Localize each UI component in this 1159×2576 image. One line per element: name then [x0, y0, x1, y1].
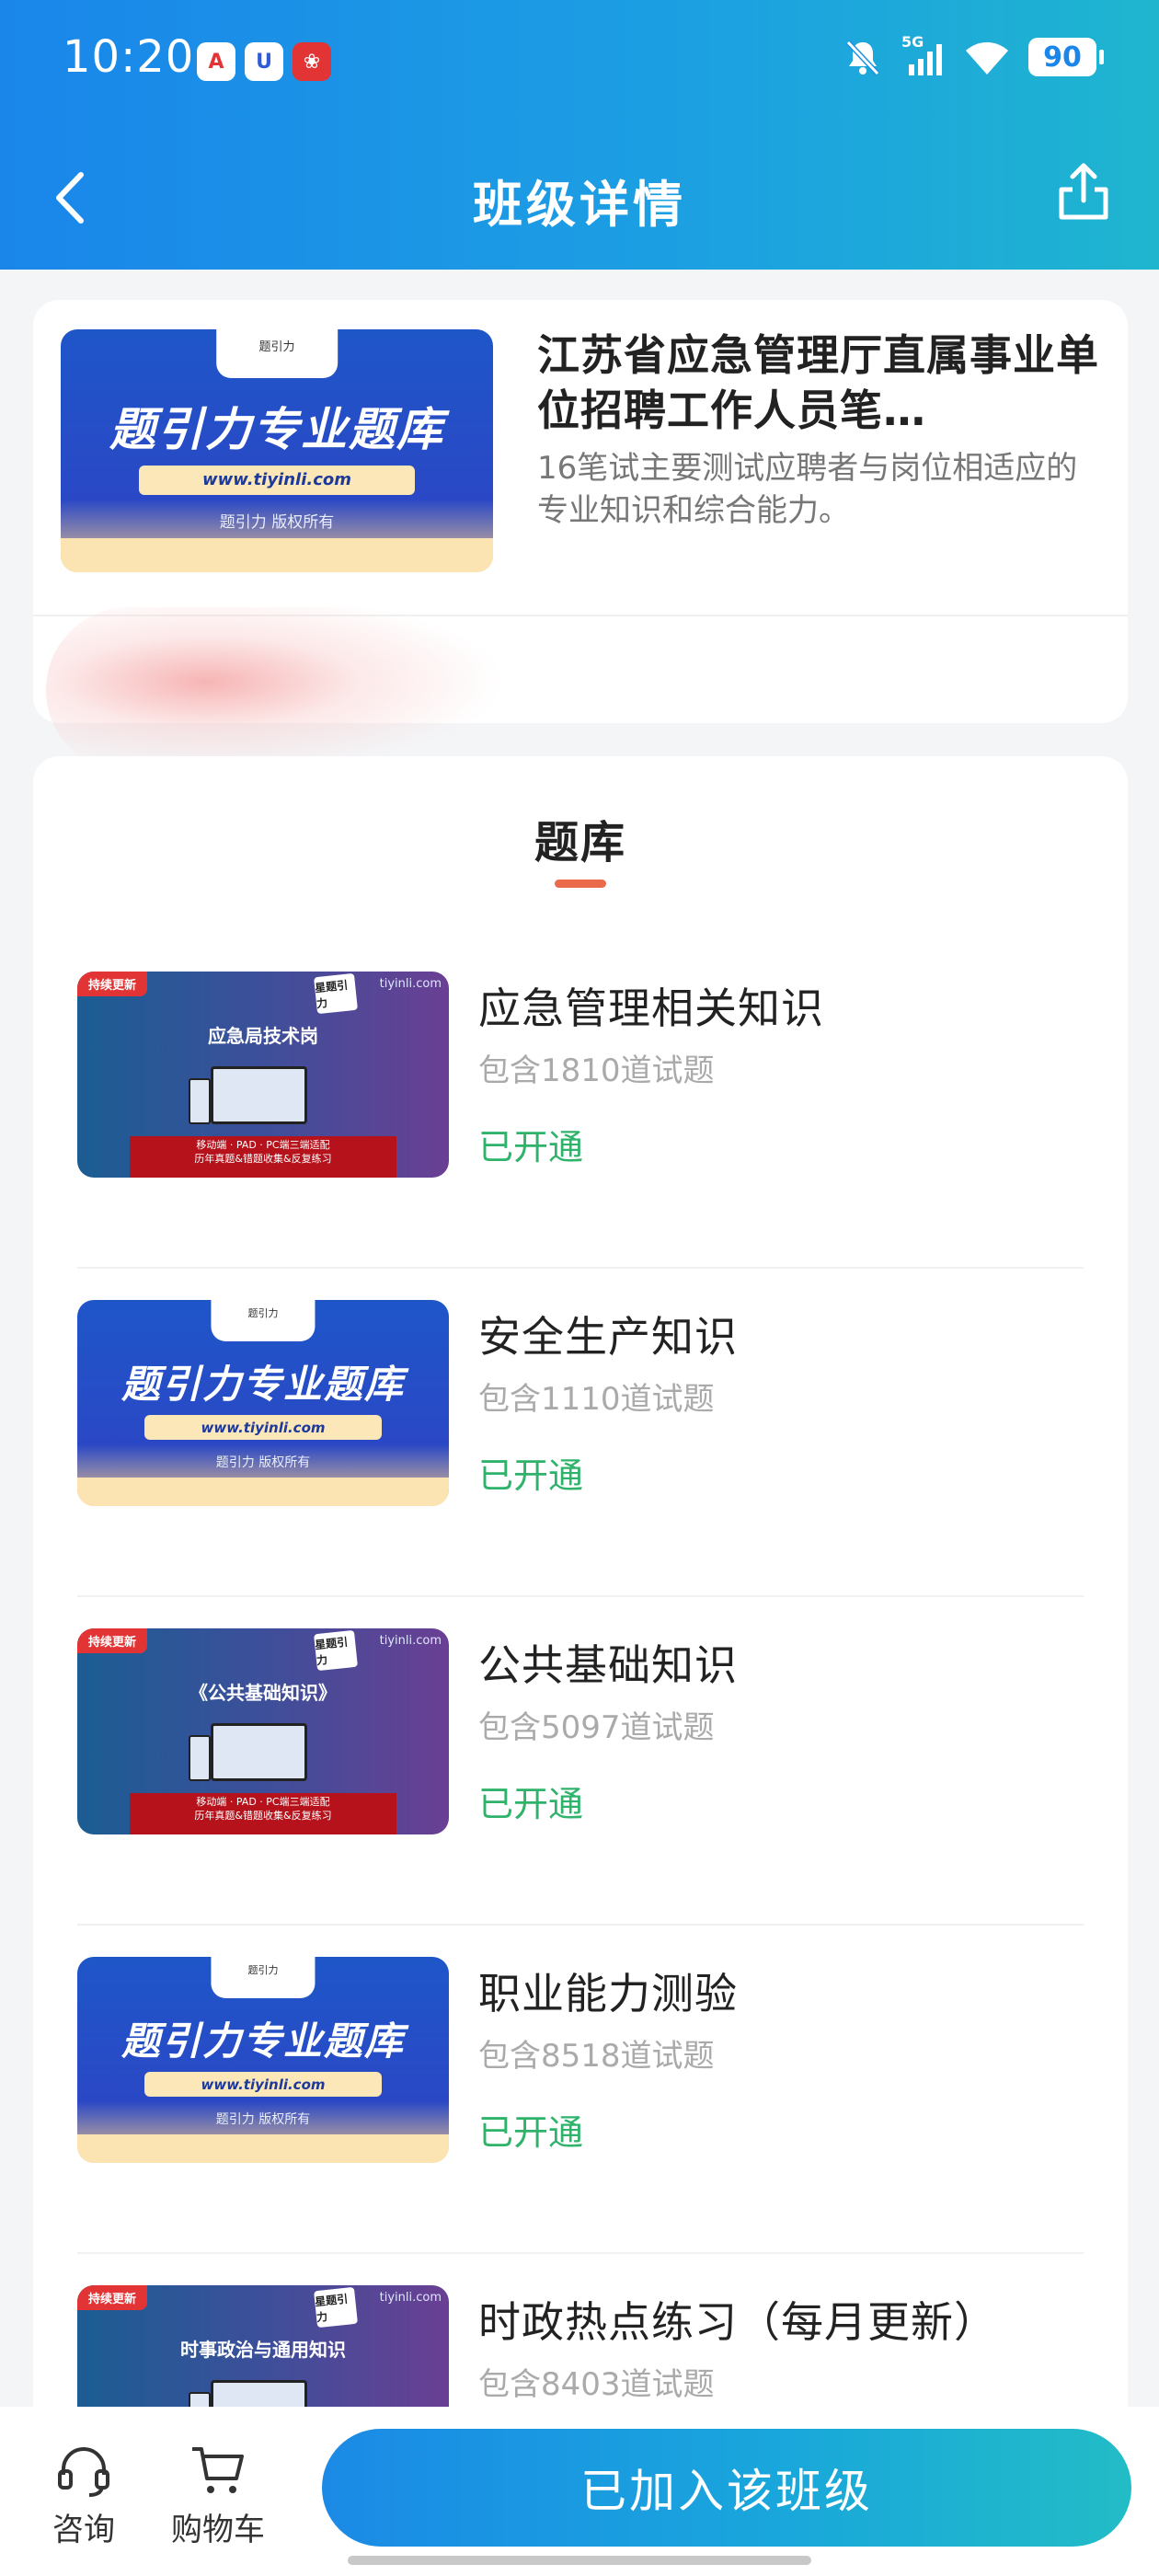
- cover-tab: 题引力: [216, 329, 338, 378]
- app-icon-red: ❀: [293, 42, 331, 81]
- home-indicator: [348, 2556, 811, 2565]
- cover-site: tiyinli.com: [379, 1634, 442, 1648]
- cover-base: [61, 538, 493, 572]
- cover-logo: 星题引力: [313, 973, 358, 1015]
- cover-badge: 持续更新: [77, 1628, 148, 1653]
- bank-title: 时政热点练习（每月更新）: [478, 2297, 997, 2347]
- cover-url: www.tiyinli.com: [143, 2072, 383, 2098]
- laptop-illustration: [211, 1066, 308, 1124]
- status-bar: 10:20 A U ❀ 5G 90: [0, 0, 1159, 129]
- cover-copyright: 题引力 版权所有: [215, 2111, 311, 2127]
- cover-copyright: 题引力 版权所有: [219, 513, 335, 533]
- section-title: 题库: [534, 817, 626, 868]
- bank-title: 应急管理相关知识: [478, 983, 824, 1033]
- cover-feature-line: 移动端 · PAD · PC端三端适配: [196, 1139, 330, 1152]
- share-button[interactable]: [1056, 158, 1111, 223]
- cover-headline: 题引力专业题库: [120, 2018, 405, 2064]
- class-title: 江苏省应急管理厅直属事业单位招聘工作人员笔…: [537, 330, 1099, 435]
- cart-label: 购物车: [171, 2512, 265, 2548]
- cover-feature-line: 移动端 · PAD · PC端三端适配: [196, 1796, 330, 1809]
- headset-icon: [58, 2447, 109, 2497]
- bank-status: 已开通: [478, 1127, 584, 1167]
- cover-url: www.tiyinli.com: [143, 1415, 383, 1441]
- bank-question-count: 包含5097道试题: [478, 1709, 715, 1746]
- bottom-bar: 咨询 购物车 已加入该班级: [0, 2407, 1159, 2576]
- page-title: 班级详情: [473, 176, 686, 234]
- consult-button[interactable]: 咨询: [33, 2444, 134, 2549]
- cover-site: tiyinli.com: [379, 977, 442, 991]
- share-icon: [1059, 163, 1108, 220]
- bank-cover-image: 题引力 题引力专业题库 www.tiyinli.com 题引力 版权所有: [77, 1957, 449, 2163]
- class-cover-image: 题引力 题引力专业题库 www.tiyinli.com 题引力 版权所有: [61, 329, 493, 572]
- cover-base: [77, 1477, 449, 1506]
- mute-bell-icon: [845, 40, 880, 76]
- cover-feature-line: 历年真题&错题收集&反复练习: [194, 1810, 332, 1823]
- bank-list-item[interactable]: 题引力 题引力专业题库 www.tiyinli.com 题引力 版权所有 安全生…: [33, 1269, 1128, 1597]
- bank-question-count: 包含8403道试题: [478, 2366, 715, 2403]
- phone-illustration: [189, 1735, 212, 1781]
- battery-indicator: 90: [1028, 38, 1104, 76]
- cover-tab: 题引力: [211, 1957, 316, 1998]
- cover-headline: 题引力专业题库: [120, 1362, 405, 1408]
- cover-logo: 星题引力: [313, 2287, 358, 2329]
- bank-question-count: 包含1110道试题: [478, 1381, 715, 1418]
- bank-cover-image: 持续更新 星题引力 tiyinli.com 《公共基础知识》 移动端 · PAD…: [77, 1628, 449, 1834]
- bank-title: 安全生产知识: [478, 1312, 738, 1362]
- cover-feature-bar: 移动端 · PAD · PC端三端适配历年真题&错题收集&反复练习: [129, 1793, 397, 1834]
- cover-feature-bar: 移动端 · PAD · PC端三端适配历年真题&错题收集&反复练习: [129, 1136, 397, 1178]
- cover-title: 应急局技术岗: [208, 1024, 318, 1047]
- app-icon-a: A: [197, 42, 235, 81]
- cover-url: www.tiyinli.com: [138, 465, 416, 495]
- status-icons: 5G 90: [843, 33, 1104, 77]
- cover-site: tiyinli.com: [379, 2291, 442, 2305]
- laptop-illustration: [211, 1723, 308, 1781]
- cover-copyright: 题引力 版权所有: [215, 1455, 311, 1470]
- bank-title: 公共基础知识: [478, 1640, 738, 1690]
- wifi-icon: [966, 42, 1008, 75]
- cover-headline: 题引力专业题库: [109, 402, 444, 456]
- cover-badge: 持续更新: [77, 2285, 148, 2310]
- bank-status: 已开通: [478, 2112, 584, 2153]
- cover-title: 时事政治与通用知识: [180, 2338, 346, 2361]
- bank-title: 职业能力测验: [478, 1969, 738, 2018]
- header: 10:20 A U ❀ 5G 90 班级详情: [0, 0, 1159, 270]
- shopping-cart-icon: [192, 2447, 244, 2493]
- cover-title: 《公共基础知识》: [189, 1681, 337, 1704]
- bank-list-item[interactable]: 题引力 题引力专业题库 www.tiyinli.com 题引力 版权所有 职业能…: [33, 1926, 1128, 2254]
- class-description: 16笔试主要测试应聘者与岗位相适应的专业知识和综合能力。: [537, 450, 1078, 529]
- bank-status: 已开通: [478, 1784, 584, 1824]
- bank-cover-image: 持续更新 星题引力 tiyinli.com 应急局技术岗 移动端 · PAD ·…: [77, 972, 449, 1178]
- cover-logo: 星题引力: [313, 1630, 358, 1672]
- cover-feature-line: 历年真题&错题收集&反复练习: [194, 1153, 332, 1166]
- redacted-blur: [46, 607, 506, 773]
- bank-question-count: 包含8518道试题: [478, 2038, 715, 2075]
- cart-button[interactable]: 购物车: [167, 2444, 269, 2549]
- app-icon-shield: U: [245, 42, 283, 81]
- cover-tab: 题引力: [211, 1300, 316, 1341]
- cover-base: [77, 2133, 449, 2163]
- phone-illustration: [189, 1078, 212, 1124]
- cover-badge: 持续更新: [77, 972, 148, 996]
- bank-list-item[interactable]: 持续更新 星题引力 tiyinli.com 应急局技术岗 移动端 · PAD ·…: [33, 940, 1128, 1269]
- section-tab-indicator: [555, 880, 606, 888]
- status-time: 10:20: [63, 31, 195, 83]
- question-bank-section: 题库 持续更新 星题引力 tiyinli.com 应急局技术岗 移动端 · PA…: [33, 756, 1128, 2576]
- bank-cover-image: 题引力 题引力专业题库 www.tiyinli.com 题引力 版权所有: [77, 1300, 449, 1506]
- consult-label: 咨询: [52, 2512, 115, 2548]
- bank-status: 已开通: [478, 1455, 584, 1496]
- join-class-button[interactable]: 已加入该班级: [322, 2429, 1131, 2547]
- bank-list-item[interactable]: 持续更新 星题引力 tiyinli.com 《公共基础知识》 移动端 · PAD…: [33, 1597, 1128, 1926]
- signal-icon: 5G: [901, 33, 946, 77]
- bank-question-count: 包含1810道试题: [478, 1052, 715, 1089]
